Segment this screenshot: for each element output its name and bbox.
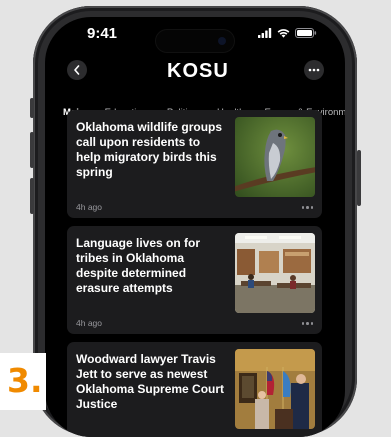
more-dot-icon xyxy=(306,206,309,209)
more-options-button[interactable] xyxy=(304,60,324,80)
more-dot-icon xyxy=(301,206,304,209)
volume-down-button xyxy=(30,178,34,214)
wifi-icon xyxy=(277,29,290,38)
phone-screen: 9:41 KOSU vironm Oklahoma wildlife group… xyxy=(45,17,345,437)
cellular-signal-icon xyxy=(258,28,272,38)
more-dot-icon xyxy=(301,322,304,325)
article-card[interactable]: Woodward lawyer Travis Jett to serve as … xyxy=(67,342,322,437)
volume-up-button xyxy=(30,132,34,168)
article-timestamp: 4h ago xyxy=(76,202,102,212)
status-bar: 9:41 xyxy=(45,17,345,57)
more-dot-icon xyxy=(310,322,313,325)
article-headline: Oklahoma wildlife groups call upon resid… xyxy=(76,120,223,179)
camera-icon xyxy=(218,37,226,45)
article-card[interactable]: Language lives on for tribes in Oklahoma… xyxy=(67,226,322,334)
article-timestamp: 4h ago xyxy=(76,318,102,328)
step-number: 3. xyxy=(7,361,43,400)
status-time: 9:41 xyxy=(87,25,118,42)
more-dot-icon xyxy=(310,206,313,209)
battery-icon xyxy=(295,28,317,38)
status-icons xyxy=(258,28,317,38)
hawk-photo xyxy=(235,117,315,197)
step-number-badge: 3. xyxy=(0,353,46,410)
power-button xyxy=(357,150,361,206)
classroom-photo xyxy=(235,233,315,313)
chevron-left-icon xyxy=(74,65,80,75)
flags-podium-photo xyxy=(235,349,315,429)
app-header: KOSU xyxy=(45,57,345,93)
article-headline: Woodward lawyer Travis Jett to serve as … xyxy=(76,352,225,411)
back-button[interactable] xyxy=(67,60,87,80)
article-more-button[interactable] xyxy=(301,206,313,209)
kosu-logo: KOSU xyxy=(167,60,229,82)
ellipsis-icon xyxy=(308,68,320,72)
article-more-button[interactable] xyxy=(301,322,313,325)
more-dot-icon xyxy=(306,322,309,325)
action-button xyxy=(30,98,34,118)
article-card[interactable]: Oklahoma wildlife groups call upon resid… xyxy=(67,110,322,218)
dynamic-island xyxy=(156,30,234,52)
article-headline: Language lives on for tribes in Oklahoma… xyxy=(76,236,201,295)
